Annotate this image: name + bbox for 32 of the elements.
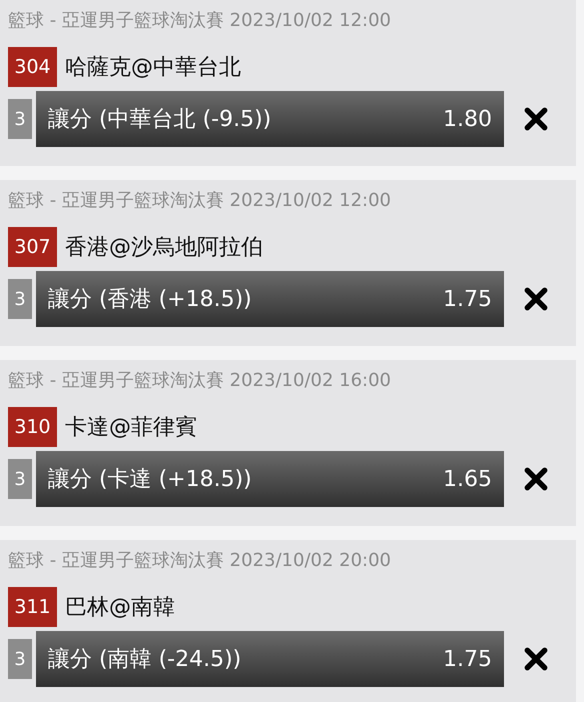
close-icon[interactable] xyxy=(523,106,549,132)
odds-value: 1.75 xyxy=(443,646,492,672)
selection-label: 讓分 (卡達 (+18.5)) xyxy=(48,466,252,494)
close-icon[interactable] xyxy=(523,286,549,312)
selection-label: 讓分 (南韓 (-24.5)) xyxy=(48,646,242,674)
odds-value: 1.75 xyxy=(443,286,492,312)
leg-count: 3 xyxy=(8,279,32,319)
event-header: 籃球 - 亞運男子籃球淘汰賽 2023/10/02 20:00 xyxy=(8,549,392,573)
match-name: 巴林@南韓 xyxy=(65,594,175,622)
close-icon[interactable] xyxy=(523,466,549,492)
match-number: 307 xyxy=(8,227,57,267)
odds-value: 1.80 xyxy=(443,106,492,132)
event-header: 籃球 - 亞運男子籃球淘汰賽 2023/10/02 16:00 xyxy=(8,369,392,393)
selection-bar[interactable]: 讓分 (中華台北 (-9.5)) 1.80 xyxy=(36,91,504,147)
leg-count: 3 xyxy=(8,639,32,679)
match-number: 310 xyxy=(8,407,57,447)
selection-bar[interactable]: 讓分 (南韓 (-24.5)) 1.75 xyxy=(36,631,504,687)
match-name: 哈薩克@中華台北 xyxy=(65,54,241,82)
selection-bar[interactable]: 讓分 (卡達 (+18.5)) 1.65 xyxy=(36,451,504,507)
event-header: 籃球 - 亞運男子籃球淘汰賽 2023/10/02 12:00 xyxy=(8,9,392,33)
event-header: 籃球 - 亞運男子籃球淘汰賽 2023/10/02 12:00 xyxy=(8,189,392,213)
match-name: 香港@沙烏地阿拉伯 xyxy=(65,234,263,262)
selection-label: 讓分 (香港 (+18.5)) xyxy=(48,286,252,314)
close-icon[interactable] xyxy=(523,646,549,672)
odds-value: 1.65 xyxy=(443,466,492,492)
match-number: 311 xyxy=(8,587,57,627)
selection-bar[interactable]: 讓分 (香港 (+18.5)) 1.75 xyxy=(36,271,504,327)
match-name: 卡達@菲律賓 xyxy=(65,414,197,442)
match-number: 304 xyxy=(8,47,57,87)
selection-label: 讓分 (中華台北 (-9.5)) xyxy=(48,106,272,134)
leg-count: 3 xyxy=(8,99,32,139)
leg-count: 3 xyxy=(8,459,32,499)
